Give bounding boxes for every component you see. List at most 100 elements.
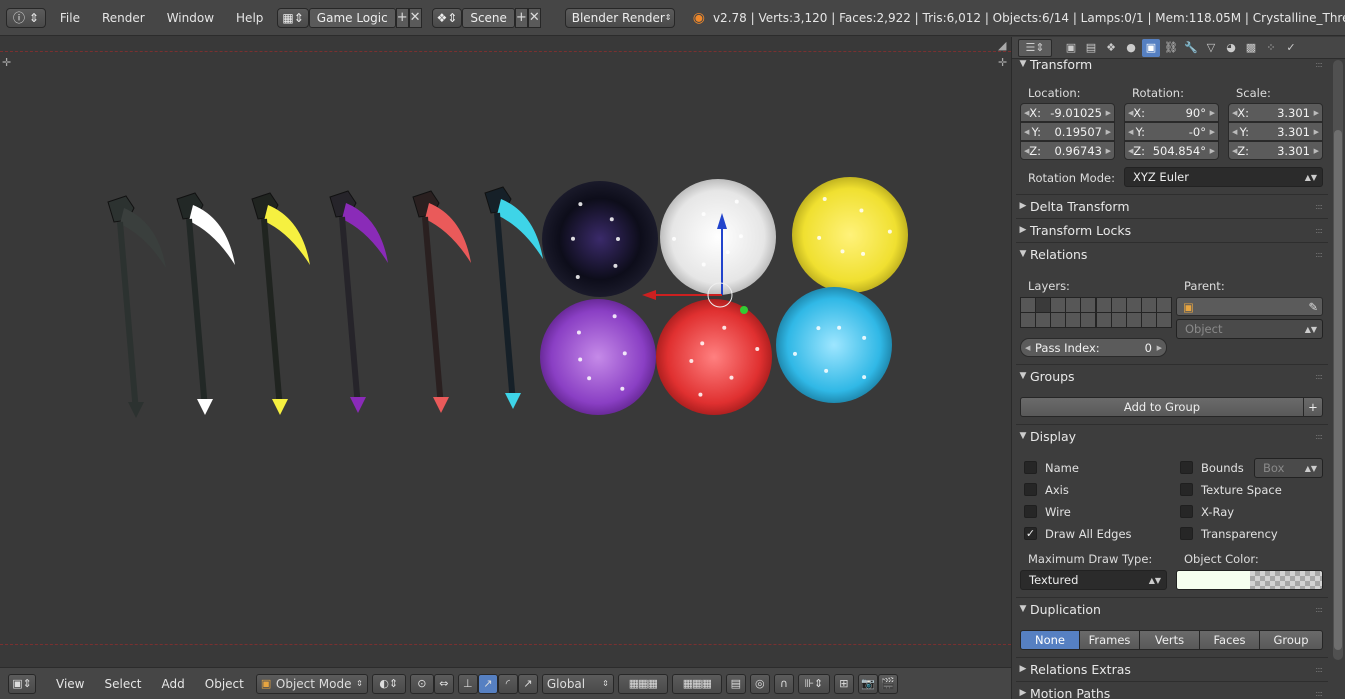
decrement-arrow-icon[interactable]: ◀ [1232,109,1237,117]
layer-cell[interactable] [1157,298,1171,312]
texture-space-checkbox[interactable] [1180,483,1193,496]
increment-arrow-icon[interactable]: ▶ [1314,147,1319,155]
transform-orientation-dropdown[interactable]: Global ⇕ [541,673,614,694]
layer-cell[interactable] [1036,298,1050,312]
lock-layers-button[interactable]: ▤ [725,673,746,694]
add-scene-button[interactable]: + [514,7,528,28]
scythe-model[interactable] [251,192,310,415]
menu-select[interactable]: Select [96,677,149,691]
menu-help[interactable]: Help [228,11,271,25]
manipulator-toggle[interactable]: ⇔ [433,673,454,694]
dupli-frames-option[interactable]: Frames [1079,630,1140,650]
gizmo-y-handle[interactable] [740,306,748,314]
decrement-arrow-icon[interactable]: ◀ [1024,109,1029,117]
increment-arrow-icon[interactable]: ▶ [1210,109,1215,117]
parent-field[interactable]: ▣ ✎ [1176,297,1323,316]
scene-type-button[interactable]: ❖⇕ [431,7,463,28]
orb-model[interactable] [792,177,908,293]
snap-toggle-button[interactable]: ∩ [773,673,794,694]
menu-add[interactable]: Add [154,677,193,691]
increment-arrow-icon[interactable]: ▶ [1106,109,1111,117]
panel-motion-paths-header[interactable]: ▶ Motion Paths:::: [1016,682,1328,699]
scene-layers-grid-1[interactable]: ▦▦▦ [617,673,668,694]
layer-cell[interactable] [1021,313,1035,327]
rotation-mode-dropdown[interactable]: XYZ Euler ▲▼ [1124,167,1323,187]
scale-x-field[interactable]: ◀ X: 3.301 ▶ [1228,103,1323,122]
layer-cell[interactable] [1066,298,1080,312]
properties-scrollbar[interactable] [1333,60,1343,660]
drag-grip-icon[interactable]: :::: [1315,226,1323,235]
increment-arrow-icon[interactable]: ▶ [1210,128,1215,136]
scene-render[interactable] [0,37,1011,667]
orb-model[interactable] [660,179,776,295]
layer-cell[interactable] [1127,298,1141,312]
decrement-arrow-icon[interactable]: ◀ [1025,344,1030,352]
orb-model[interactable] [656,299,772,415]
layer-cell[interactable] [1097,313,1111,327]
parent-type-dropdown[interactable]: Object ▲▼ [1176,319,1323,339]
wire-checkbox[interactable] [1024,505,1037,518]
max-draw-type-dropdown[interactable]: Textured ▲▼ [1020,570,1167,590]
location-y-field[interactable]: ◀ Y: 0.19507 ▶ [1020,122,1115,141]
scythe-model[interactable] [176,192,235,415]
orb-model[interactable] [540,299,656,415]
layer-cell[interactable] [1051,298,1065,312]
eyedropper-icon[interactable]: ✎ [1308,300,1318,314]
opengl-render-image-button[interactable]: 📷 [857,673,878,694]
scene-field[interactable]: Scene [462,7,515,28]
scythe-model[interactable] [107,195,166,418]
gizmo-x-arrow[interactable] [642,290,656,300]
editor-type-button[interactable]: ▣⇕ [8,673,36,694]
layer-cell[interactable] [1157,313,1171,327]
layer-cell[interactable] [1142,313,1156,327]
drag-grip-icon[interactable]: :::: [1315,250,1323,259]
menu-file[interactable]: File [52,11,88,25]
drag-grip-icon[interactable]: :::: [1315,60,1323,69]
menu-view[interactable]: View [48,677,92,691]
proportional-editing-button[interactable]: ◎ [749,673,770,694]
increment-arrow-icon[interactable]: ▶ [1314,128,1319,136]
drag-grip-icon[interactable]: :::: [1315,372,1323,381]
scene-layers-grid-2[interactable]: ▦▦▦ [671,673,722,694]
object-layers-grid-1[interactable] [1020,297,1096,328]
decrement-arrow-icon[interactable]: ◀ [1232,147,1237,155]
panel-delta-transform-header[interactable]: ▶ Delta Transform:::: [1016,195,1328,217]
layer-cell[interactable] [1051,313,1065,327]
layer-cell[interactable] [1066,313,1080,327]
bounds-checkbox[interactable] [1180,461,1193,474]
render-engine-dropdown[interactable]: Blender Render ⇕ [564,7,675,28]
scale-manipulator-button[interactable]: ◜ [497,673,518,694]
scythe-model[interactable] [329,190,388,413]
panel-duplication-header[interactable]: ▼ Duplication:::: [1016,598,1328,620]
object-color-swatch[interactable] [1176,570,1323,590]
scale-y-field[interactable]: ◀ Y: 3.301 ▶ [1228,122,1323,141]
panel-groups-header[interactable]: ▼ Groups:::: [1016,365,1328,387]
layer-cell[interactable] [1081,298,1095,312]
layer-cell[interactable] [1036,313,1050,327]
location-x-field[interactable]: ◀ X: -9.01025 ▶ [1020,103,1115,122]
drag-grip-icon[interactable]: :::: [1315,665,1323,674]
layer-cell[interactable] [1097,298,1111,312]
screen-layout-button[interactable]: ▦⇕ [277,7,309,28]
dupli-none-option[interactable]: None [1020,630,1080,650]
panel-transform-header[interactable]: ▼ Transform:::: [1016,53,1328,75]
increment-arrow-icon[interactable]: ▶ [1106,147,1111,155]
dupli-group-option[interactable]: Group [1259,630,1323,650]
layer-cell[interactable] [1112,298,1126,312]
dupli-verts-option[interactable]: Verts [1139,630,1200,650]
viewport-shading-dropdown[interactable]: ◐⇕ [371,673,406,694]
add-to-group-button[interactable]: Add to Group [1020,397,1304,417]
draw-all-edges-checkbox[interactable]: ✓ [1024,527,1037,540]
drag-grip-icon[interactable]: :::: [1315,202,1323,211]
decrement-arrow-icon[interactable]: ◀ [1128,147,1133,155]
orb-model[interactable] [776,287,892,403]
opengl-render-animation-button[interactable]: 🎬 [877,673,898,694]
drag-grip-icon[interactable]: :::: [1315,432,1323,441]
increment-arrow-icon[interactable]: ▶ [1314,109,1319,117]
increment-arrow-icon[interactable]: ▶ [1210,147,1215,155]
scythe-model[interactable] [484,186,543,409]
layer-cell[interactable] [1021,298,1035,312]
panel-relations-header[interactable]: ▼ Relations:::: [1016,243,1328,265]
axis-checkbox[interactable] [1024,483,1037,496]
layer-cell[interactable] [1081,313,1095,327]
